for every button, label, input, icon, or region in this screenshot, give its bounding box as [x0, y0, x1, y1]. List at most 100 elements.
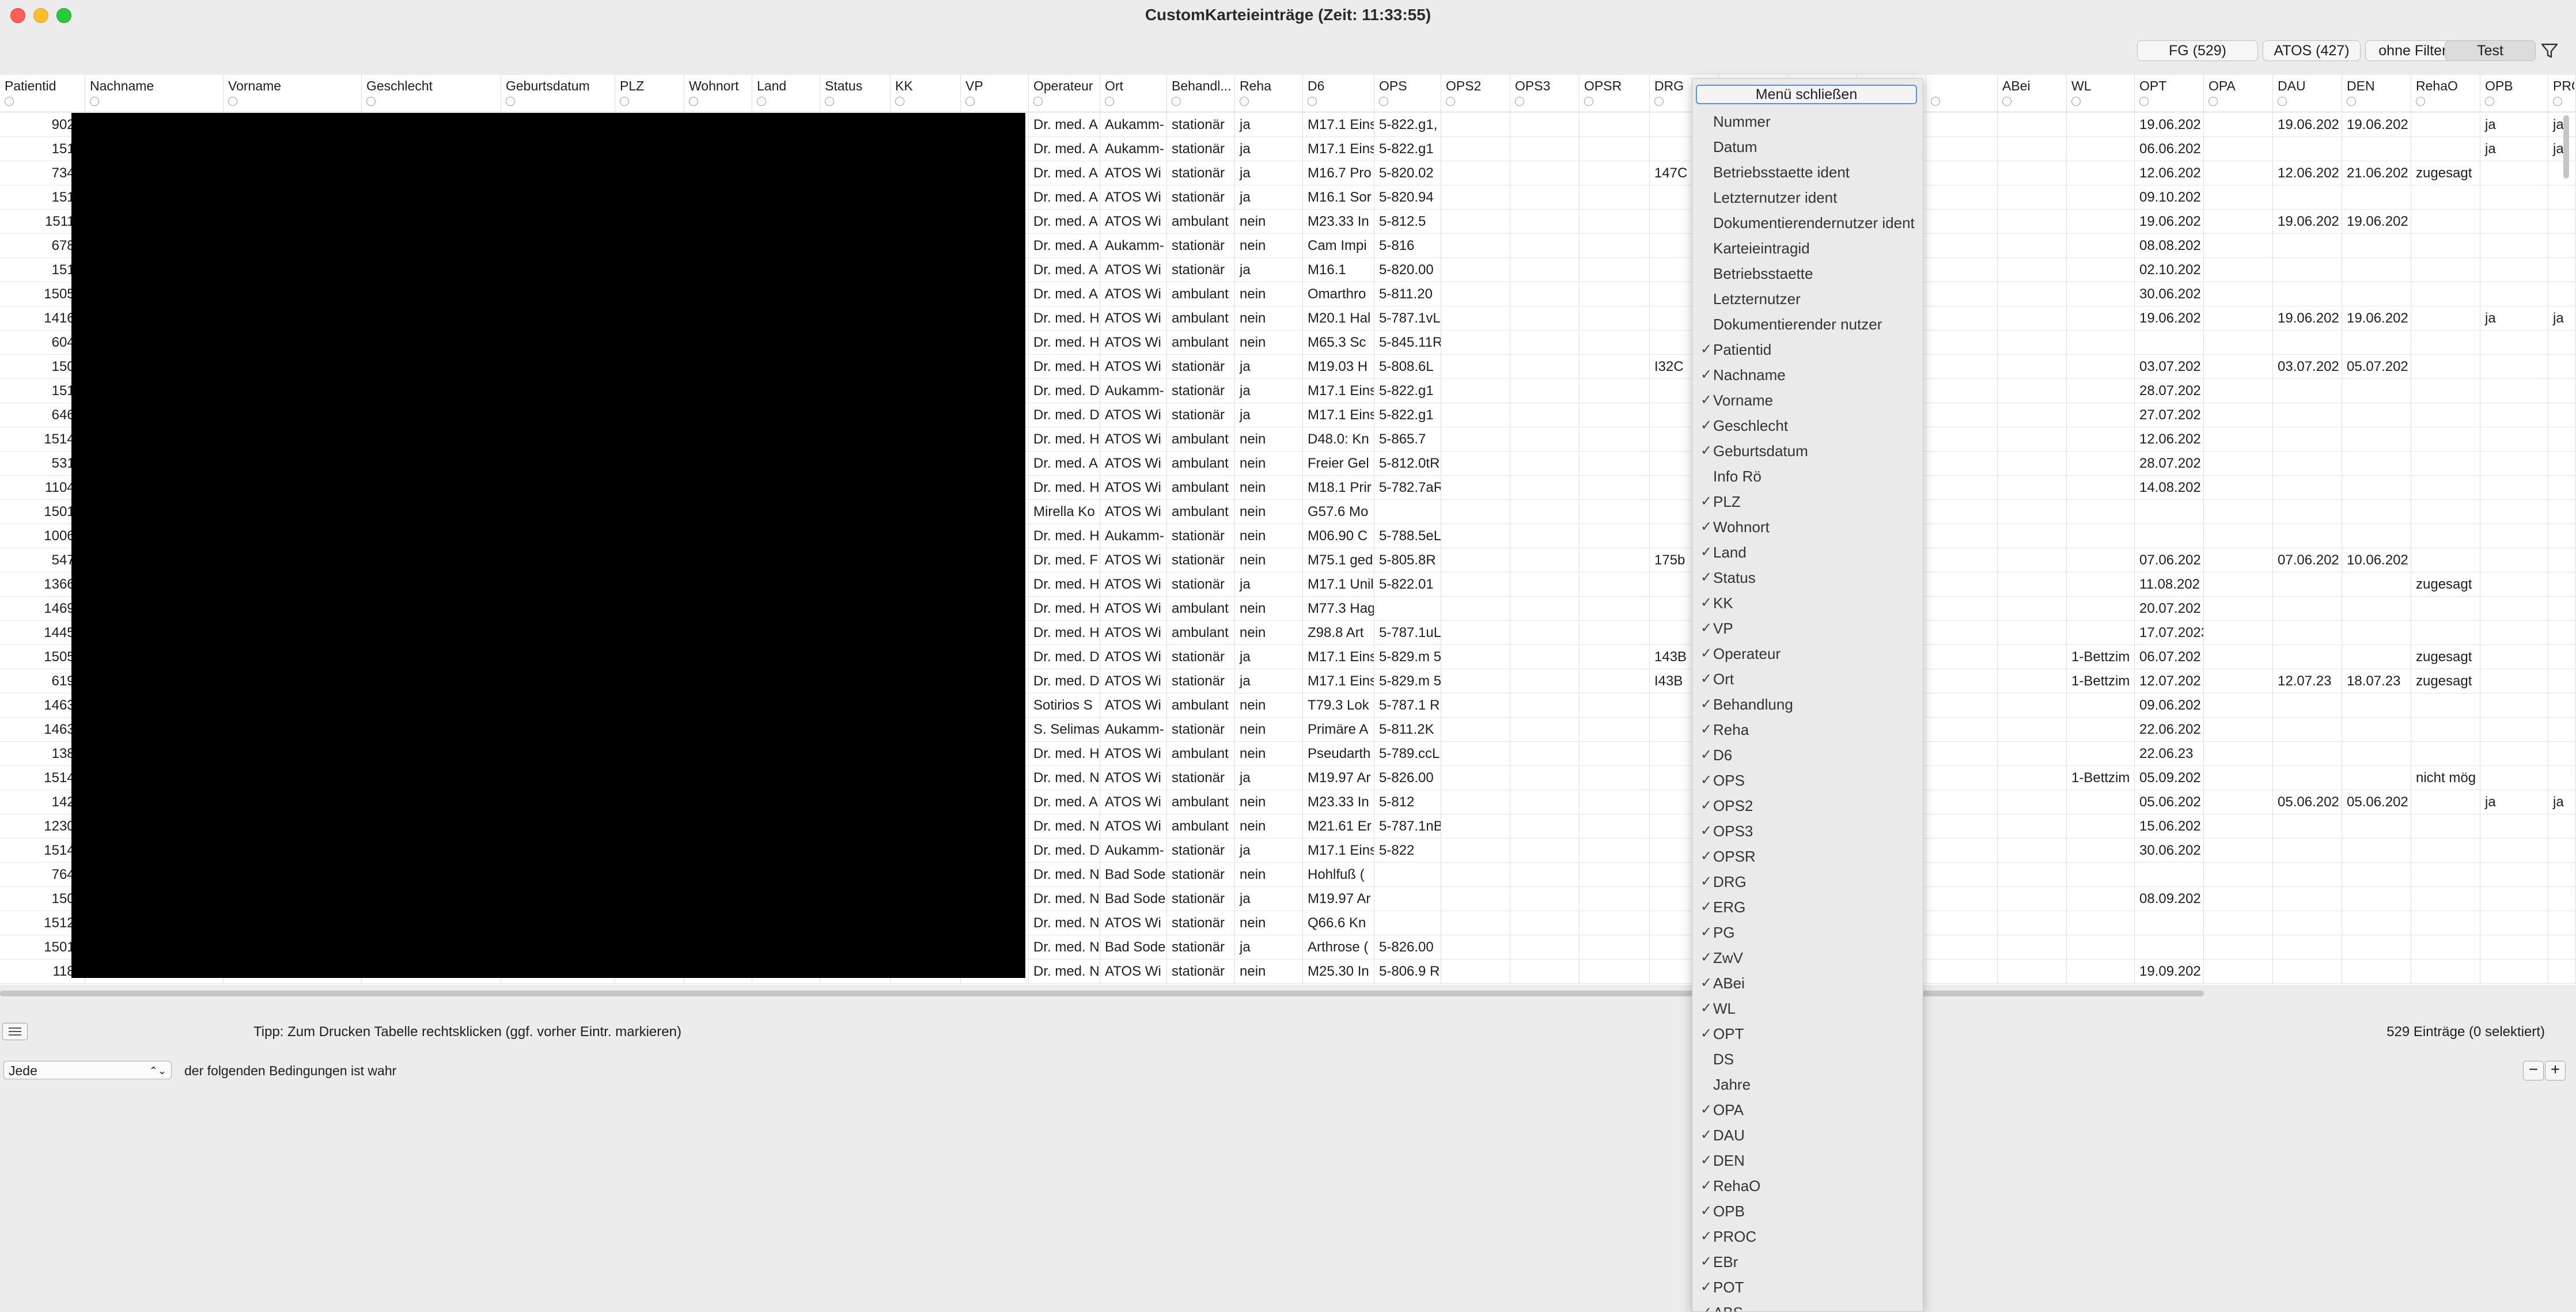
menu-item-opt[interactable]: ✓ OPT: [1692, 1021, 1923, 1046]
column-header[interactable]: PLZ: [615, 75, 684, 112]
sort-radio-icon[interactable]: [2278, 97, 2287, 106]
sort-radio-icon[interactable]: [2485, 97, 2494, 106]
menu-item-wl[interactable]: ✓ WL: [1692, 996, 1923, 1021]
column-header[interactable]: OPT: [2135, 75, 2204, 112]
menu-item-betriebsstaette-ident[interactable]: Betriebsstaette ident: [1692, 160, 1923, 185]
column-header[interactable]: OPSR: [1579, 75, 1650, 112]
menu-item-opb[interactable]: ✓ OPB: [1692, 1199, 1923, 1224]
sort-radio-icon[interactable]: [2553, 97, 2562, 106]
menu-item-karteieintragid[interactable]: Karteieintragid: [1692, 236, 1923, 261]
menu-item-operateur[interactable]: ✓ Operateur: [1692, 641, 1923, 666]
column-header[interactable]: Reha: [1235, 75, 1303, 112]
sort-radio-icon[interactable]: [2208, 97, 2218, 106]
sort-radio-icon[interactable]: [90, 97, 99, 106]
menu-item-ops3[interactable]: ✓ OPS3: [1692, 818, 1923, 844]
menu-item-opa[interactable]: ✓ OPA: [1692, 1097, 1923, 1123]
column-header[interactable]: Geburtsdatum: [501, 75, 615, 112]
menu-item-rehao[interactable]: ✓ RehaO: [1692, 1173, 1923, 1199]
menu-item-ops[interactable]: ✓ OPS: [1692, 768, 1923, 793]
sort-radio-icon[interactable]: [1446, 97, 1455, 106]
vertical-scrollbar[interactable]: [2563, 115, 2569, 179]
filter-funnel-icon[interactable]: [2540, 41, 2559, 60]
sort-radio-icon[interactable]: [2071, 97, 2081, 106]
menu-item-proc[interactable]: ✓ PROC: [1692, 1224, 1923, 1249]
menu-item-geburtsdatum[interactable]: ✓ Geburtsdatum: [1692, 438, 1923, 464]
column-header[interactable]: VP: [961, 75, 1029, 112]
sort-radio-icon[interactable]: [620, 97, 629, 106]
column-header[interactable]: OPS2: [1441, 75, 1510, 112]
menu-item-zwv[interactable]: ✓ ZwV: [1692, 945, 1923, 970]
menu-item-reha[interactable]: ✓ Reha: [1692, 717, 1923, 742]
menu-item-land[interactable]: ✓ Land: [1692, 540, 1923, 565]
column-header[interactable]: OPS: [1374, 75, 1441, 112]
sort-radio-icon[interactable]: [757, 97, 766, 106]
menu-item-plz[interactable]: ✓ PLZ: [1692, 489, 1923, 514]
menu-item-abs[interactable]: ✓ABS: [1692, 1300, 1923, 1311]
column-header[interactable]: Behandl...: [1167, 75, 1235, 112]
menu-item-status[interactable]: ✓ Status: [1692, 565, 1923, 590]
sort-radio-icon[interactable]: [1105, 97, 1114, 106]
menu-item-dokumentierendernutzer-ident[interactable]: Dokumentierendernutzer ident: [1692, 210, 1923, 236]
sort-radio-icon[interactable]: [1240, 97, 1249, 106]
column-header[interactable]: DEN: [2342, 75, 2411, 112]
menu-item-ds[interactable]: DS: [1692, 1046, 1923, 1072]
menu-item-betriebsstaette[interactable]: Betriebsstaette: [1692, 261, 1923, 286]
add-condition-button[interactable]: +: [2545, 1061, 2566, 1080]
menu-item-datum[interactable]: Datum: [1692, 134, 1923, 160]
column-header[interactable]: [1926, 75, 1998, 112]
menu-item-erg[interactable]: ✓ ERG: [1692, 894, 1923, 920]
menu-item-vorname[interactable]: ✓ Vorname: [1692, 388, 1923, 413]
menu-item-kk[interactable]: ✓ KK: [1692, 590, 1923, 616]
menu-item-patientid[interactable]: ✓ Patientid: [1692, 337, 1923, 362]
column-header[interactable]: Status: [820, 75, 891, 112]
menu-item-d6[interactable]: ✓ D6: [1692, 742, 1923, 768]
menu-item-den[interactable]: ✓ DEN: [1692, 1148, 1923, 1173]
sort-radio-icon[interactable]: [506, 97, 515, 106]
column-header[interactable]: OPA: [2204, 75, 2273, 112]
menu-item-ebr[interactable]: ✓ EBr: [1692, 1249, 1923, 1275]
sort-radio-icon[interactable]: [2002, 97, 2011, 106]
remove-condition-button[interactable]: −: [2523, 1061, 2544, 1080]
menu-item-info-r-[interactable]: Info Rö: [1692, 464, 1923, 489]
menu-item-wohnort[interactable]: ✓ Wohnort: [1692, 514, 1923, 540]
filter-test-button[interactable]: Test: [2445, 40, 2536, 61]
sort-radio-icon[interactable]: [1033, 97, 1043, 106]
column-header[interactable]: KK: [891, 75, 961, 112]
sort-radio-icon[interactable]: [825, 97, 834, 106]
menu-item-letzternutzer[interactable]: Letzternutzer: [1692, 286, 1923, 312]
menu-item-behandlung[interactable]: ✓ Behandlung: [1692, 692, 1923, 717]
column-header[interactable]: D6: [1303, 75, 1374, 112]
menu-item-pot[interactable]: ✓ POT: [1692, 1275, 1923, 1300]
menu-item-ops2[interactable]: ✓ OPS2: [1692, 793, 1923, 818]
column-header[interactable]: PROC: [2548, 75, 2576, 112]
menu-item-vp[interactable]: ✓ VP: [1692, 616, 1923, 641]
sort-radio-icon[interactable]: [228, 97, 237, 106]
column-header[interactable]: Wohnort: [684, 75, 752, 112]
column-header[interactable]: Patientid: [0, 75, 85, 112]
filter-atos-button[interactable]: ATOS (427): [2263, 40, 2361, 61]
menu-item-letzternutzer-ident[interactable]: Letzternutzer ident: [1692, 185, 1923, 210]
close-menu-button[interactable]: Menü schließen: [1696, 85, 1917, 104]
menu-item-abei[interactable]: ✓ ABei: [1692, 970, 1923, 996]
column-header[interactable]: DAU: [2273, 75, 2342, 112]
sort-radio-icon[interactable]: [1515, 97, 1524, 106]
list-view-icon[interactable]: [2, 1023, 28, 1040]
sort-radio-icon[interactable]: [895, 97, 904, 106]
menu-item-dau[interactable]: ✓ DAU: [1692, 1123, 1923, 1148]
sort-radio-icon[interactable]: [2139, 97, 2149, 106]
sort-radio-icon[interactable]: [1654, 97, 1664, 106]
sort-radio-icon[interactable]: [1172, 97, 1181, 106]
menu-item-jahre[interactable]: Jahre: [1692, 1072, 1923, 1097]
menu-item-geschlecht[interactable]: ✓ Geschlecht: [1692, 413, 1923, 438]
sort-radio-icon[interactable]: [1308, 97, 1317, 106]
column-header[interactable]: WL: [2067, 75, 2135, 112]
column-header[interactable]: Land: [752, 75, 820, 112]
condition-match-select[interactable]: Jede ⌃⌄: [3, 1061, 172, 1079]
sort-radio-icon[interactable]: [1584, 97, 1593, 106]
sort-radio-icon[interactable]: [2347, 97, 2356, 106]
column-header[interactable]: Geschlecht: [362, 75, 501, 112]
sort-radio-icon[interactable]: [689, 97, 698, 106]
column-header[interactable]: RehaO: [2411, 75, 2480, 112]
sort-radio-icon[interactable]: [1931, 97, 1940, 106]
column-visibility-menu[interactable]: Menü schließen Nummer Datum Betriebsstaett…: [1692, 78, 1923, 1312]
